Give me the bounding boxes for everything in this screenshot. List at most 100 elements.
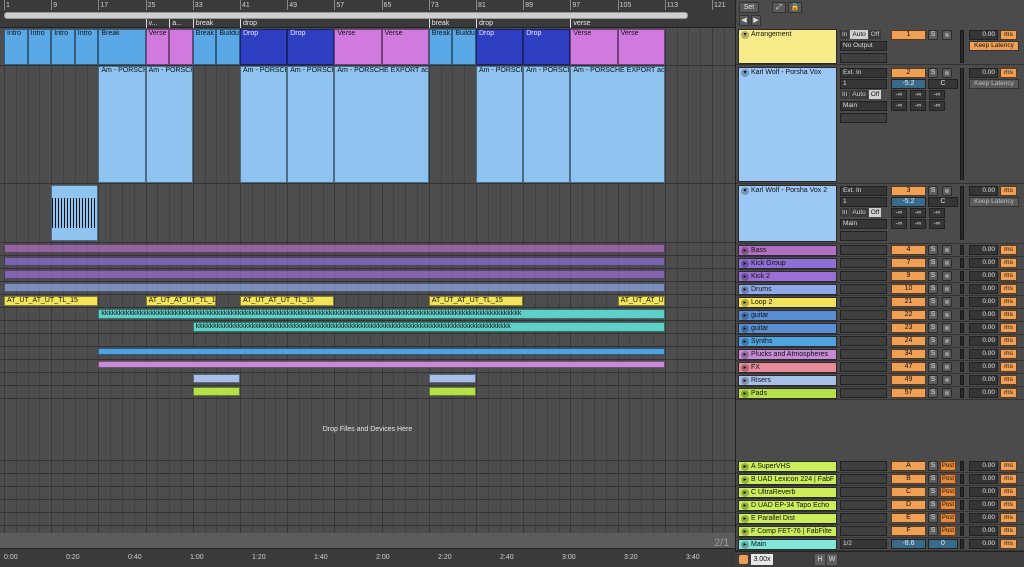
track-activator[interactable]: 57 (891, 388, 926, 398)
send-c-field[interactable]: -∞ (929, 208, 945, 218)
return-track-name[interactable]: ▸ A SuperVHS (738, 461, 837, 472)
section-clip[interactable]: Drop (287, 29, 335, 65)
loop-clip[interactable]: AT_UT_AT_UT_TL_15 (428, 296, 524, 306)
track-delay-field[interactable]: 0.00 (969, 500, 998, 510)
fold-icon[interactable]: ▾ (741, 187, 749, 195)
locator-marker[interactable]: drop (476, 19, 493, 28)
track-delay-field[interactable]: 0.00 (969, 284, 998, 294)
solo-button[interactable]: S (928, 487, 938, 497)
section-clip[interactable]: Break (428, 29, 453, 65)
nav-right-icon[interactable]: ▶ (751, 15, 761, 26)
section-clip[interactable]: Verse (145, 29, 170, 65)
return-track-name[interactable]: ▸ C UltraReverb (738, 487, 837, 498)
track-delay-field[interactable]: 0.00 (969, 186, 998, 196)
io-slot[interactable] (840, 500, 887, 510)
io-slot[interactable] (840, 362, 887, 372)
input-type-select[interactable]: Ext. In (840, 68, 887, 78)
drop-files-hint[interactable]: Drop Files and Devices Here (0, 426, 735, 433)
fold-icon[interactable]: ▸ (741, 299, 749, 307)
send-e-field[interactable]: -∞ (910, 219, 926, 229)
solo-button[interactable]: S (928, 186, 938, 196)
keep-latency-button[interactable]: Keep Latency (969, 79, 1019, 89)
arm-button[interactable] (942, 245, 952, 255)
track-name[interactable]: ▸ Bass (738, 245, 837, 256)
track-header[interactable]: ▸ guitar 23 S 0.00 ms (736, 322, 1024, 335)
fold-icon[interactable]: ▸ (741, 528, 749, 536)
solo-button[interactable]: S (928, 310, 938, 320)
arm-button[interactable] (942, 375, 952, 385)
delay-unit-toggle[interactable]: ms (1000, 186, 1017, 196)
io-slot[interactable] (840, 271, 887, 281)
delay-unit-toggle[interactable]: ms (1000, 271, 1017, 281)
track-delay-field[interactable]: 0.00 (969, 310, 998, 320)
arm-button[interactable] (942, 323, 952, 333)
solo-button[interactable]: S (928, 258, 938, 268)
track-header[interactable]: ▸ Bass 4 S 0.00 ms (736, 244, 1024, 257)
arm-button[interactable] (942, 271, 952, 281)
locator-marker[interactable]: v... (145, 19, 157, 28)
audio-clip[interactable]: Am - PORSCHE EXPORT aca (98, 66, 146, 183)
io-slot[interactable] (840, 323, 887, 333)
solo-button[interactable]: S (928, 336, 938, 346)
track-activator[interactable]: 2 (891, 68, 926, 78)
bar-ruler[interactable]: 1 9 17 25 33 41 49 57 65 73 81 89 97 105 113 121 v... a..… (0, 0, 735, 28)
io-slot[interactable] (840, 474, 887, 484)
return-track-header[interactable]: ▸ A SuperVHS A S Post 0.00 ms (736, 460, 1024, 473)
delay-unit-toggle[interactable]: ms (1000, 375, 1017, 385)
send-c-field[interactable]: -∞ (929, 90, 945, 100)
pre-post-toggle[interactable]: Post (940, 526, 956, 536)
track-delay-field[interactable]: 0.00 (969, 258, 998, 268)
arm-button[interactable] (942, 349, 952, 359)
lock-icon[interactable]: 🔒 (788, 2, 802, 13)
track-activator[interactable]: 4 (891, 245, 926, 255)
fold-icon[interactable]: ▾ (741, 69, 749, 77)
main-pan-field[interactable]: 0 (928, 539, 958, 549)
main-track-header[interactable]: ▸ Main 1/2 -8.6 0 0.00 ms (736, 538, 1024, 551)
section-clip[interactable]: Intro (51, 29, 75, 65)
fold-icon[interactable]: ▸ (741, 489, 749, 497)
loop-clip[interactable]: AT_UT_AT_UT_TL_15 (617, 296, 665, 306)
return-activator[interactable]: C (891, 487, 926, 497)
section-clip[interactable]: Break (192, 29, 217, 65)
arm-button[interactable] (942, 362, 952, 372)
delay-unit-toggle[interactable]: ms (1000, 461, 1017, 471)
return-track-header[interactable]: ▸ B UAD Lexicon 224 | FabF B S Post 0.00 … (736, 473, 1024, 486)
return-activator[interactable]: D (891, 500, 926, 510)
track-delay-field[interactable]: 0.00 (969, 388, 998, 398)
track-delay-field[interactable]: 0.00 (969, 30, 998, 40)
track-name[interactable]: ▸ guitar (738, 310, 837, 321)
audio-clip[interactable] (51, 185, 99, 241)
solo-button[interactable]: S (928, 362, 938, 372)
fold-icon[interactable]: ▸ (741, 364, 749, 372)
width-toggle[interactable]: W (827, 554, 837, 565)
return-track-header[interactable]: ▸ F Comp FET-76 | FabFilte F S Post 0.00 … (736, 525, 1024, 538)
delay-unit-toggle[interactable]: ms (1000, 513, 1017, 523)
record-icon[interactable] (739, 555, 748, 564)
io-slot[interactable] (840, 388, 887, 398)
midi-clip[interactable]: kkkkkkkkkkkkkkkkkkkkkkkkkkkkkkkkkkkkkkkk… (192, 322, 665, 332)
solo-button[interactable]: S (928, 526, 938, 536)
track-activator[interactable]: 23 (891, 323, 926, 333)
io-slot[interactable] (840, 297, 887, 307)
io-slot[interactable] (840, 526, 887, 536)
pre-post-toggle[interactable]: Post (940, 487, 956, 497)
track-delay-field[interactable]: 0.00 (969, 68, 998, 78)
delay-unit-toggle[interactable]: ms (1000, 349, 1017, 359)
audio-clip[interactable]: Am - PORSCHE EXPORT aca (145, 66, 193, 183)
send-a-field[interactable]: -∞ (891, 208, 907, 218)
track-delay-field[interactable]: 0.00 (969, 461, 998, 471)
track-activator[interactable]: 24 (891, 336, 926, 346)
vox-track-name[interactable]: ▾ Karl Wolf - Porsha Vox (738, 67, 837, 182)
section-clip[interactable]: Break (98, 29, 146, 65)
output-channel-select[interactable] (840, 53, 887, 63)
input-type-select[interactable]: Ext. In (840, 186, 887, 196)
solo-button[interactable]: S (928, 245, 938, 255)
track-delay-field[interactable]: 0.00 (969, 362, 998, 372)
track-delay-field[interactable]: 0.00 (969, 271, 998, 281)
fold-icon[interactable]: ▸ (741, 260, 749, 268)
section-clip[interactable]: Verse (570, 29, 618, 65)
audio-clip[interactable]: Am - PORSCHE (240, 66, 288, 183)
io-slot[interactable] (840, 375, 887, 385)
track-name[interactable]: ▸ Loop 2 (738, 297, 837, 308)
track-header[interactable]: ▸ Risers 49 S 0.00 ms (736, 374, 1024, 387)
